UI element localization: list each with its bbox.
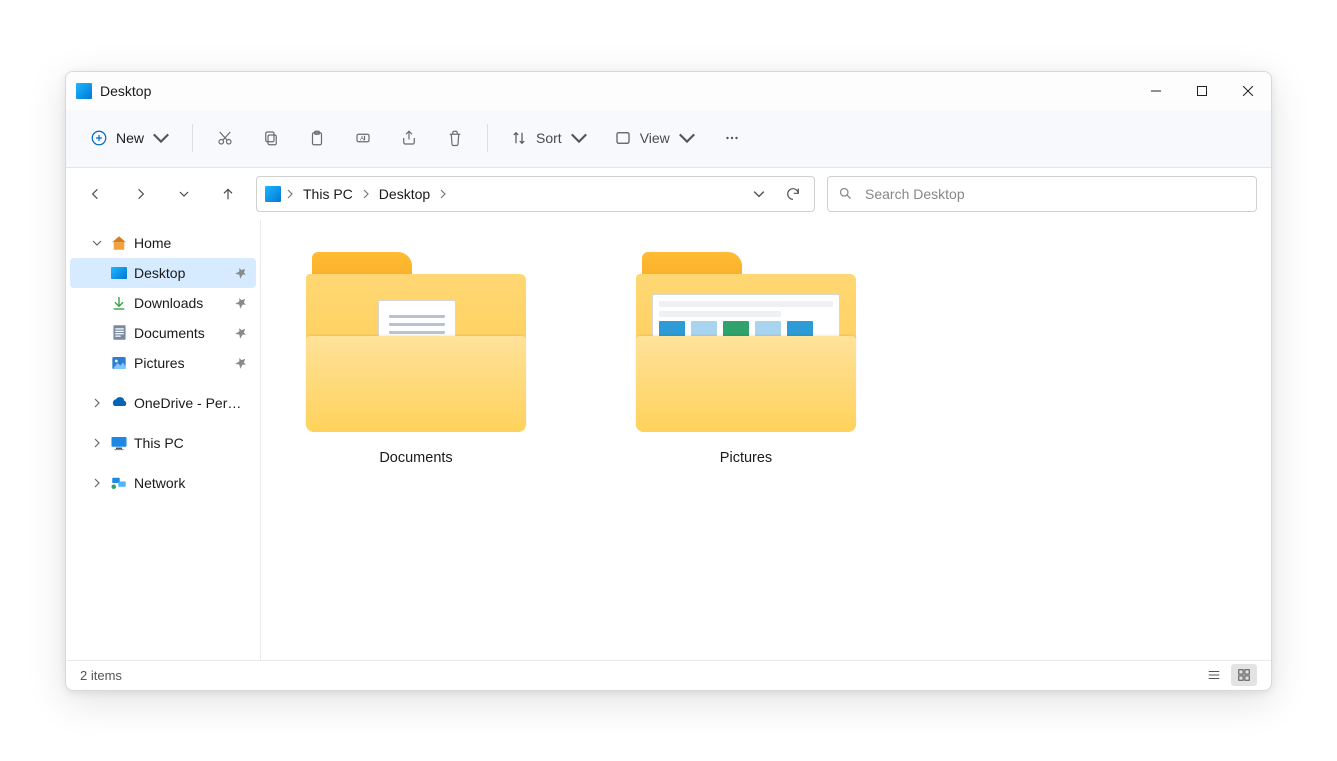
pictures-icon [110, 354, 128, 372]
separator [192, 124, 193, 152]
body: Home Desktop Downloads [66, 220, 1271, 660]
folder-icon [636, 252, 856, 432]
close-button[interactable] [1225, 72, 1271, 110]
status-bar: 2 items [66, 660, 1271, 690]
search-input[interactable] [863, 185, 1246, 203]
folder-label: Pictures [720, 450, 772, 466]
details-view-button[interactable] [1201, 664, 1227, 686]
breadcrumb-label: This PC [303, 186, 353, 202]
expand-toggle[interactable] [90, 476, 104, 490]
thispc-icon [110, 434, 128, 452]
sidebar-item-label: Downloads [134, 295, 228, 311]
nav-back-button[interactable] [80, 178, 112, 210]
location-icon [265, 186, 281, 202]
view-button-label: View [640, 130, 670, 146]
breadcrumb-desktop[interactable]: Desktop [375, 184, 434, 204]
maximize-button[interactable] [1179, 72, 1225, 110]
separator [487, 124, 488, 152]
sidebar-item-thispc[interactable]: This PC [70, 428, 256, 458]
desktop-icon [110, 264, 128, 282]
chevron-down-icon [678, 129, 696, 147]
content-pane[interactable]: Documents [261, 220, 1271, 660]
explorer-window: Desktop New A [65, 71, 1272, 691]
titlebar: Desktop [66, 72, 1271, 110]
sort-button[interactable]: Sort [500, 120, 598, 156]
folder-icon [306, 252, 526, 432]
sidebar-item-label: OneDrive - Personal [134, 395, 248, 411]
cut-button[interactable] [205, 120, 245, 156]
breadcrumb-this-pc[interactable]: This PC [299, 184, 357, 204]
sidebar-item-label: Documents [134, 325, 228, 341]
search-box[interactable] [827, 176, 1257, 212]
minimize-button[interactable] [1133, 72, 1179, 110]
breadcrumb-label: Desktop [379, 186, 430, 202]
sidebar-item-documents[interactable]: Documents [70, 318, 256, 348]
toolbar: New A Sort View [66, 110, 1271, 168]
nav-recent-button[interactable] [168, 178, 200, 210]
refresh-button[interactable] [778, 179, 808, 209]
downloads-icon [110, 294, 128, 312]
thumbnails-view-button[interactable] [1231, 664, 1257, 686]
sidebar-item-label: Network [134, 475, 248, 491]
nav-forward-button[interactable] [124, 178, 156, 210]
pin-icon [231, 323, 251, 343]
folder-label: Documents [379, 450, 452, 466]
rename-button[interactable]: A [343, 120, 383, 156]
expand-toggle[interactable] [90, 236, 104, 250]
desktop-icon [76, 83, 92, 99]
sidebar-item-onedrive[interactable]: OneDrive - Personal [70, 388, 256, 418]
sidebar-item-pictures[interactable]: Pictures [70, 348, 256, 378]
pin-icon [231, 293, 251, 313]
sidebar-item-label: Desktop [134, 265, 228, 281]
paste-button[interactable] [297, 120, 337, 156]
address-row: This PC Desktop [66, 168, 1271, 220]
share-button[interactable] [389, 120, 429, 156]
chevron-down-icon [570, 129, 588, 147]
sidebar-item-desktop[interactable]: Desktop [70, 258, 256, 288]
sidebar-item-label: Home [134, 235, 248, 251]
pin-icon [231, 263, 251, 283]
pin-icon [231, 353, 251, 373]
sidebar: Home Desktop Downloads [66, 220, 261, 660]
documents-icon [110, 324, 128, 342]
more-button[interactable] [712, 120, 752, 156]
search-icon [838, 186, 853, 201]
new-button-label: New [116, 130, 144, 146]
folder-item-documents[interactable]: Documents [291, 240, 541, 478]
svg-text:A: A [360, 136, 364, 142]
network-icon [110, 474, 128, 492]
expand-toggle[interactable] [90, 436, 104, 450]
chevron-right-icon [285, 189, 295, 199]
address-history-button[interactable] [744, 179, 774, 209]
address-bar[interactable]: This PC Desktop [256, 176, 815, 212]
copy-button[interactable] [251, 120, 291, 156]
chevron-right-icon [438, 189, 448, 199]
window-title: Desktop [100, 83, 151, 99]
folder-item-pictures[interactable]: Pictures [621, 240, 871, 478]
nav-up-button[interactable] [212, 178, 244, 210]
chevron-down-icon [152, 129, 170, 147]
view-button[interactable]: View [604, 120, 706, 156]
home-icon [110, 234, 128, 252]
sidebar-item-label: Pictures [134, 355, 228, 371]
sidebar-item-label: This PC [134, 435, 248, 451]
sidebar-item-network[interactable]: Network [70, 468, 256, 498]
delete-button[interactable] [435, 120, 475, 156]
sort-button-label: Sort [536, 130, 562, 146]
sidebar-item-home[interactable]: Home [70, 228, 256, 258]
chevron-right-icon [361, 189, 371, 199]
sidebar-item-downloads[interactable]: Downloads [70, 288, 256, 318]
onedrive-icon [110, 394, 128, 412]
new-button[interactable]: New [80, 120, 180, 156]
expand-toggle[interactable] [90, 396, 104, 410]
status-item-count: 2 items [80, 668, 122, 683]
